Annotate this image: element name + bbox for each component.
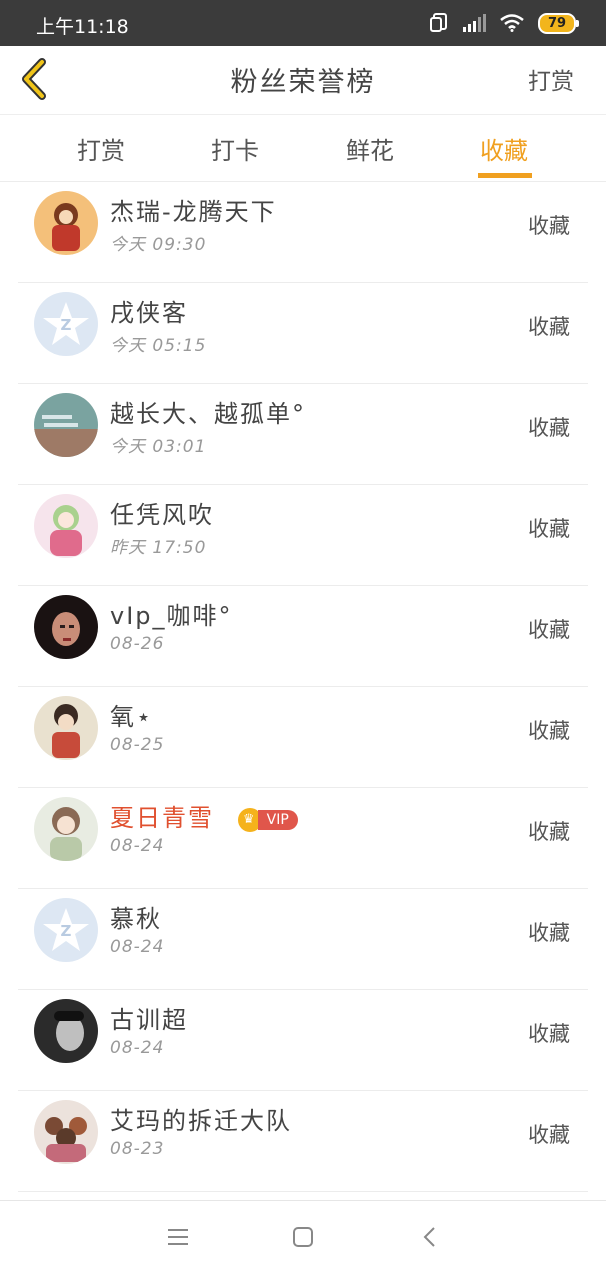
user-avatar — [34, 696, 98, 760]
list-item[interactable]: 艾玛的拆迁大队 08-23 收藏 — [18, 1091, 588, 1192]
favorite-date: 今天 03:01 — [110, 437, 207, 457]
reward-button[interactable]: 打赏 — [528, 62, 574, 96]
action-label: 收藏 — [528, 517, 570, 541]
favorite-date: 08-24 — [110, 836, 165, 856]
vip-label: VIP — [257, 809, 298, 830]
page-title: 粉丝荣誉榜 — [230, 67, 376, 98]
user-avatar — [34, 595, 98, 659]
app-header: 粉丝荣誉榜 打赏 — [0, 46, 606, 115]
svg-text:Z: Z — [61, 922, 72, 940]
favorite-date: 昨天 17:50 — [110, 538, 207, 558]
tab-bar: 打赏 打卡 鲜花 收藏 — [0, 115, 606, 182]
user-name-text: 夏日青雪 — [110, 804, 214, 832]
list-item[interactable]: 任凭风吹 昨天 17:50 收藏 — [18, 485, 588, 586]
user-name: 越长大、越孤单° — [110, 400, 306, 428]
list-item[interactable]: 夏日青雪 ♛ VIP 08-24 收藏 — [18, 788, 588, 889]
list-item[interactable]: Z 慕秋 08-24 收藏 — [18, 889, 588, 990]
action-label: 收藏 — [528, 921, 570, 945]
user-name: 戌侠客 — [110, 299, 188, 327]
action-label: 收藏 — [528, 820, 570, 844]
favorite-date: 今天 09:30 — [110, 235, 207, 255]
user-avatar — [34, 1100, 98, 1164]
list-item[interactable]: 古训超 08-24 收藏 — [18, 990, 588, 1091]
action-label: 收藏 — [528, 1022, 570, 1046]
fan-list: 杰瑞-龙腾天下 今天 09:30 收藏 Z 戌侠客 今天 05:15 收藏 越长… — [0, 182, 606, 1192]
signal-icon — [463, 14, 486, 32]
action-label: 收藏 — [528, 214, 570, 238]
user-name: 艾玛的拆迁大队 — [110, 1107, 292, 1135]
user-avatar — [34, 393, 98, 457]
list-item[interactable]: Z 戌侠客 今天 05:15 收藏 — [18, 283, 588, 384]
action-label: 收藏 — [528, 719, 570, 743]
tab-favorites[interactable]: 收藏 — [459, 131, 549, 166]
svg-text:Z: Z — [61, 316, 72, 334]
default-avatar: Z — [34, 898, 98, 962]
status-bar: 上午11:18 79 — [0, 0, 606, 46]
home-icon[interactable] — [291, 1225, 315, 1249]
user-avatar — [34, 797, 98, 861]
battery-icon: 79 — [538, 12, 579, 34]
default-avatar: Z — [34, 292, 98, 356]
status-icons: 79 — [430, 10, 579, 36]
user-name: 慕秋 — [110, 905, 162, 933]
favorite-date: 08-24 — [110, 937, 165, 957]
favorite-date: 08-24 — [110, 1038, 165, 1058]
list-item[interactable]: vIp_咖啡° 08-26 收藏 — [18, 586, 588, 687]
active-tab-indicator — [478, 173, 532, 178]
user-avatar — [34, 494, 98, 558]
wifi-icon — [500, 14, 524, 32]
vip-badge: ♛ VIP — [237, 807, 298, 832]
list-item[interactable]: 越长大、越孤单° 今天 03:01 收藏 — [18, 384, 588, 485]
favorite-date: 今天 05:15 — [110, 336, 207, 356]
tab-checkin[interactable]: 打卡 — [190, 131, 280, 166]
favorite-date: 08-25 — [110, 735, 165, 755]
action-label: 收藏 — [528, 416, 570, 440]
user-name: 古训超 — [110, 1006, 188, 1034]
tab-reward[interactable]: 打赏 — [56, 131, 146, 166]
tab-flowers[interactable]: 鲜花 — [325, 131, 415, 166]
system-nav-bar — [0, 1200, 606, 1281]
user-avatar — [34, 191, 98, 255]
action-label: 收藏 — [528, 1123, 570, 1147]
favorite-date: 08-26 — [110, 634, 165, 654]
user-name: 任凭风吹 — [110, 501, 214, 529]
user-name: 氧⋆ — [110, 703, 154, 731]
user-name: 杰瑞-龙腾天下 — [110, 198, 277, 226]
user-name: 夏日青雪 ♛ VIP — [110, 798, 298, 833]
menu-icon[interactable] — [166, 1225, 190, 1249]
favorite-date: 08-23 — [110, 1139, 165, 1159]
sim-icon — [430, 13, 447, 32]
action-label: 收藏 — [528, 618, 570, 642]
list-item[interactable]: 氧⋆ 08-25 收藏 — [18, 687, 588, 788]
user-avatar — [34, 999, 98, 1063]
status-time: 上午11:18 — [36, 16, 129, 38]
user-name: vIp_咖啡° — [110, 602, 233, 630]
back-icon[interactable] — [418, 1225, 442, 1249]
action-label: 收藏 — [528, 315, 570, 339]
list-item[interactable]: 杰瑞-龙腾天下 今天 09:30 收藏 — [18, 182, 588, 283]
